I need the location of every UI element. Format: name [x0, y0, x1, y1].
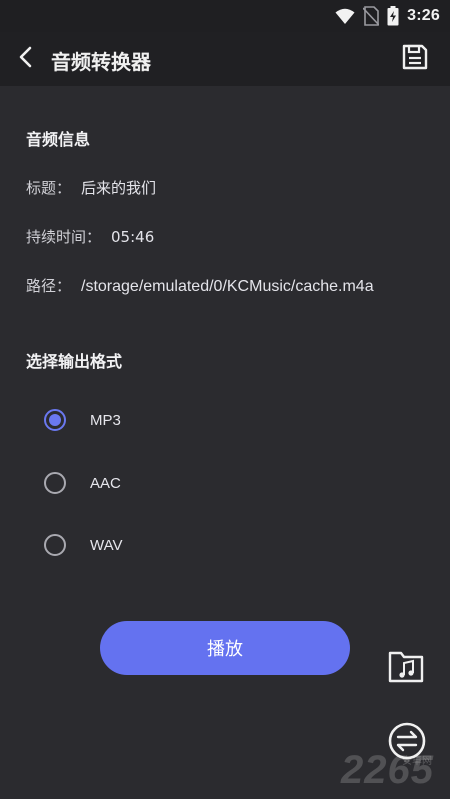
radio-button-aac[interactable] — [44, 472, 66, 494]
back-button[interactable] — [12, 46, 38, 72]
title-row: 标题： 后来的我们 — [26, 177, 156, 198]
music-folder-button[interactable] — [386, 649, 426, 687]
page-title: 音频转换器 — [51, 50, 151, 74]
format-label-mp3: MP3 — [90, 411, 121, 429]
format-option-wav[interactable]: WAV — [44, 532, 123, 558]
path-value: /storage/emulated/0/KCMusic/cache.m4a — [81, 278, 374, 295]
radio-button-mp3[interactable] — [44, 409, 66, 431]
status-time: 3:26 — [407, 7, 440, 24]
radio-button-wav[interactable] — [44, 534, 66, 556]
chevron-left-icon — [18, 46, 32, 72]
path-row: 路径： /storage/emulated/0/KCMusic/cache.m4a — [26, 275, 374, 296]
duration-value: 05:46 — [111, 228, 155, 246]
status-icons: 3:26 — [335, 6, 440, 26]
title-value: 后来的我们 — [81, 179, 157, 197]
battery-charging-icon — [387, 6, 399, 26]
format-option-aac[interactable]: AAC — [44, 470, 121, 496]
duration-label: 持续时间： — [26, 228, 102, 246]
duration-row: 持续时间： 05:46 — [26, 226, 154, 247]
save-button[interactable] — [400, 44, 430, 74]
audio-info-heading: 音频信息 — [26, 130, 91, 149]
app-bar: 音频转换器 — [0, 32, 450, 86]
no-sim-icon — [363, 6, 380, 26]
save-icon — [401, 43, 429, 75]
watermark-suffix: 安卓网 — [402, 756, 432, 767]
format-heading: 选择输出格式 — [26, 352, 123, 371]
play-button[interactable]: 播放 — [100, 621, 350, 675]
app-screen: 3:26 音频转换器 音频信息 标题： 后来的我们 持续时间： 05:46 路径… — [0, 0, 450, 799]
format-label-wav: WAV — [90, 536, 123, 554]
format-option-mp3[interactable]: MP3 — [44, 407, 121, 433]
format-label-aac: AAC — [90, 474, 121, 492]
title-label: 标题： — [26, 179, 72, 197]
status-bar: 3:26 — [0, 0, 450, 32]
music-folder-icon — [388, 649, 424, 687]
wifi-icon — [335, 7, 355, 25]
path-label: 路径： — [26, 277, 72, 295]
